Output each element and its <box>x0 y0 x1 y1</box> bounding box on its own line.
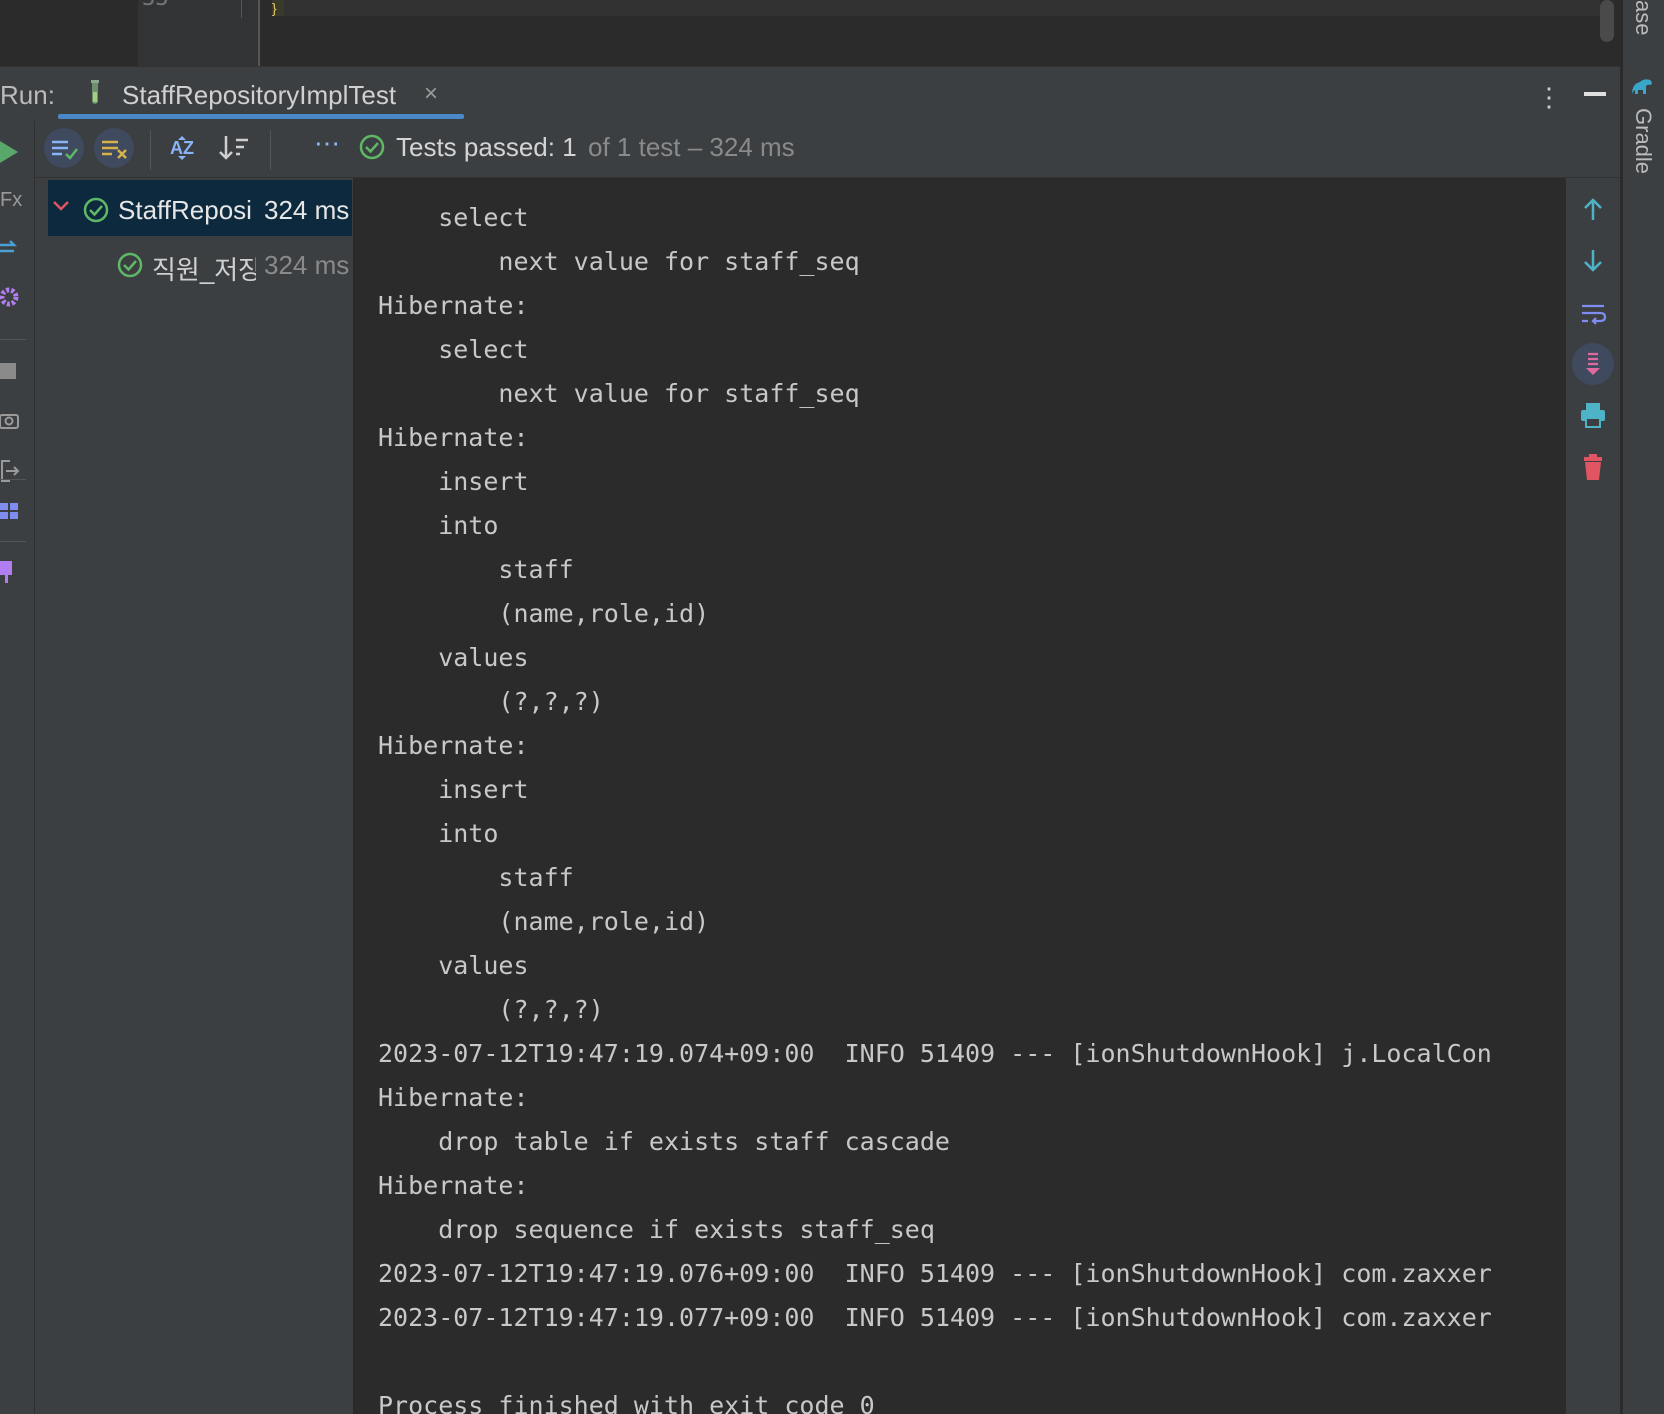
console-line: drop table if exists staff cascade <box>378 1127 965 1156</box>
console-line: into <box>378 511 499 540</box>
toolbar-divider <box>0 339 26 340</box>
console-line: next value for staff_seq <box>378 247 860 276</box>
scroll-up-icon[interactable] <box>1578 194 1608 229</box>
console-line: Hibernate: <box>378 291 544 320</box>
gutter-fold-line <box>241 0 242 18</box>
active-tab-indicator <box>58 114 464 119</box>
run-side-toolbar: Fx <box>0 121 35 1414</box>
rerun-failed-icon[interactable]: Fx <box>0 189 22 212</box>
tree-item-duration: 324 ms <box>264 250 350 280</box>
editor-scrollbar[interactable] <box>1600 0 1614 42</box>
gradle-stripe-label[interactable]: Gradle <box>1630 108 1656 174</box>
exit-icon[interactable] <box>0 459 20 488</box>
sort-alpha-icon[interactable]: AZ <box>164 128 204 168</box>
print-icon[interactable] <box>1578 400 1608 435</box>
passed-check-icon <box>116 251 144 284</box>
passed-check-icon <box>82 196 110 229</box>
tests-passed-status: Tests passed: 1 <box>396 132 577 162</box>
console-line: Hibernate: <box>378 731 544 760</box>
console-line: Hibernate: <box>378 1083 544 1112</box>
console-line: 2023-07-12T19:47:19.076+09:00 INFO 51409… <box>378 1259 1492 1288</box>
console-text: select next value for staff_seq Hibernate… <box>378 196 1492 1414</box>
run-tab-title[interactable]: StaffRepositoryImplTest <box>122 80 396 111</box>
pin-icon[interactable] <box>0 561 18 590</box>
console-line: insert <box>378 467 544 496</box>
show-passed-icon[interactable] <box>44 128 84 168</box>
scroll-down-icon[interactable] <box>1578 246 1608 281</box>
console-line: (name,role,id) <box>378 599 725 628</box>
right-tool-stripe <box>1622 0 1664 1414</box>
camera-icon[interactable] <box>0 411 20 436</box>
console-output[interactable]: select next value for staff_seq Hibernate… <box>354 178 1564 1414</box>
test-results-toolbar <box>35 121 1620 178</box>
test-tree-panel <box>35 178 354 1414</box>
toolbar-divider <box>0 479 26 480</box>
tree-item-duration: 324 ms <box>264 195 350 225</box>
more-options-icon[interactable]: ⋮ <box>1536 82 1562 113</box>
layout-icon[interactable] <box>0 501 20 526</box>
tree-item-label[interactable]: 직원_저장_ <box>152 250 256 287</box>
console-line: into <box>378 819 499 848</box>
console-line: insert <box>378 775 544 804</box>
editor-line-number: 33 <box>142 0 169 11</box>
console-line: 2023-07-12T19:47:19.074+09:00 INFO 51409… <box>378 1039 1492 1068</box>
toolbar-divider <box>150 130 151 170</box>
gutter-divider <box>258 0 260 66</box>
trash-icon[interactable] <box>1578 452 1608 487</box>
toolbar-divider <box>270 130 271 170</box>
tests-passed-detail: of 1 test – 324 ms <box>588 132 795 162</box>
soft-wrap-icon[interactable] <box>1578 298 1608 333</box>
tree-item-label[interactable]: StaffReposi <box>118 195 252 226</box>
database-stripe-label[interactable]: ase <box>1630 0 1656 35</box>
console-line: drop sequence if exists staff_seq <box>378 1215 935 1244</box>
console-line: staff <box>378 863 574 892</box>
more-actions-icon[interactable]: ⋯ <box>314 128 341 159</box>
console-line: (name,role,id) <box>378 907 725 936</box>
scroll-to-end-icon[interactable] <box>1578 349 1608 384</box>
gradle-icon[interactable] <box>1630 76 1654 101</box>
console-line: select <box>378 203 529 232</box>
console-line: select <box>378 335 529 364</box>
test-flask-icon <box>88 80 102 111</box>
toolbar-divider <box>0 541 26 542</box>
settings-gear-icon[interactable] <box>0 285 22 314</box>
minimize-icon[interactable] <box>1584 92 1606 96</box>
sort-duration-icon[interactable] <box>214 128 254 168</box>
console-line: (?,?,?) <box>378 687 604 716</box>
console-line: Process finished with exit code 0 <box>378 1391 875 1414</box>
stop-icon[interactable] <box>0 363 18 386</box>
console-line: Hibernate: <box>378 1171 544 1200</box>
console-line: values <box>378 951 529 980</box>
editor-current-line <box>284 0 1600 16</box>
close-tab-icon[interactable]: × <box>424 80 438 108</box>
svg-text:AZ: AZ <box>170 138 194 158</box>
console-line: Hibernate: <box>378 423 544 452</box>
console-line: (?,?,?) <box>378 995 604 1024</box>
rerun-icon[interactable] <box>0 139 20 170</box>
show-ignored-icon[interactable] <box>94 128 134 168</box>
console-line: values <box>378 643 529 672</box>
passed-check-icon <box>358 133 386 166</box>
editor-brace: } <box>272 0 284 16</box>
console-line: next value for staff_seq <box>378 379 860 408</box>
chevron-down-icon[interactable] <box>50 194 72 221</box>
run-label: Run: <box>0 80 55 110</box>
toggle-auto-test-icon[interactable] <box>0 237 20 262</box>
console-line: staff <box>378 555 574 584</box>
console-line: 2023-07-12T19:47:19.077+09:00 INFO 51409… <box>378 1303 1492 1332</box>
